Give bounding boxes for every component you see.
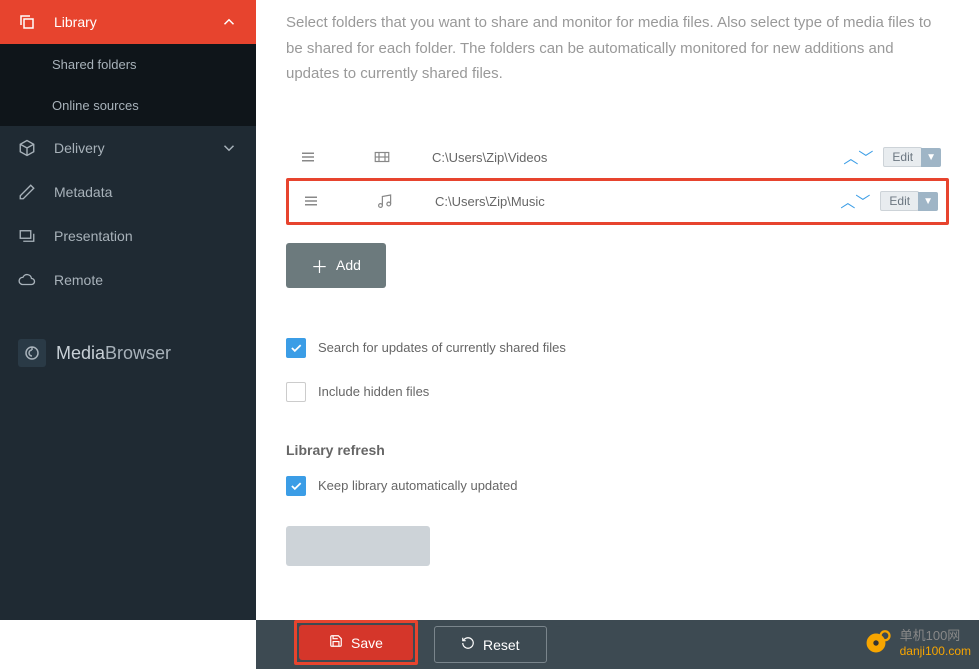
intro-text: Select folders that you want to share an… — [256, 0, 979, 87]
checkbox-label: Keep library automatically updated — [318, 478, 517, 493]
nav-remote[interactable]: Remote — [0, 258, 256, 302]
cloud-icon — [18, 271, 36, 289]
nav-delivery[interactable]: Delivery — [0, 126, 256, 170]
brand-text: MediaBrowser — [56, 343, 171, 364]
add-button[interactable]: ＋ Add — [286, 243, 386, 288]
cube-icon — [18, 139, 36, 157]
nav-remote-label: Remote — [54, 272, 103, 288]
move-up-down[interactable]: ︿﹀ — [843, 147, 873, 168]
watermark-logo-icon — [858, 625, 894, 661]
nav-library[interactable]: Library — [0, 0, 256, 44]
watermark-url: danji100.com — [900, 644, 971, 658]
checkbox-label: Search for updates of currently shared f… — [318, 340, 566, 355]
main-content: Select folders that you want to share an… — [256, 0, 979, 620]
library-refresh-title: Library refresh — [286, 442, 949, 458]
edit-dropdown[interactable]: ▼ — [918, 192, 938, 211]
copy-icon — [18, 13, 36, 31]
checkbox-search-updates[interactable]: Search for updates of currently shared f… — [286, 338, 949, 358]
nav-presentation-label: Presentation — [54, 228, 133, 244]
nav-metadata-label: Metadata — [54, 184, 112, 200]
save-button[interactable]: Save — [299, 625, 413, 660]
checkbox-label: Include hidden files — [318, 384, 429, 399]
music-icon — [335, 192, 435, 210]
drag-handle-icon[interactable] — [294, 148, 322, 166]
nav-library-label: Library — [54, 14, 97, 30]
brand: MediaBrowser — [0, 317, 256, 389]
edit-button[interactable]: Edit — [883, 147, 922, 167]
edit-icon — [18, 183, 36, 201]
drag-handle-icon[interactable] — [297, 192, 325, 210]
nav-shared-folders[interactable]: Shared folders — [0, 44, 256, 85]
save-icon — [329, 634, 343, 651]
nav-presentation[interactable]: Presentation — [0, 214, 256, 258]
edit-dropdown[interactable]: ▼ — [921, 148, 941, 167]
refresh-options: Keep library automatically updated — [286, 476, 949, 496]
nav-online-sources[interactable]: Online sources — [0, 85, 256, 126]
folder-list: C:\Users\Zip\Videos ︿﹀ Edit ▼ C:\Users\Z… — [286, 137, 949, 288]
folder-row: C:\Users\Zip\Videos ︿﹀ Edit ▼ — [286, 137, 949, 178]
nav-delivery-label: Delivery — [54, 140, 105, 156]
reset-button[interactable]: Reset — [434, 626, 547, 663]
options-section: Search for updates of currently shared f… — [286, 338, 949, 402]
edit-button[interactable]: Edit — [880, 191, 919, 211]
plus-icon: ＋ — [311, 253, 328, 278]
reset-icon — [461, 636, 475, 653]
brand-logo-icon — [18, 339, 46, 367]
folder-path: C:\Users\Zip\Videos — [432, 150, 843, 165]
watermark-label: 单机100网 — [900, 628, 971, 644]
video-icon — [332, 148, 432, 166]
folder-path: C:\Users\Zip\Music — [435, 194, 840, 209]
chevron-down-icon — [220, 139, 238, 157]
watermark: 单机100网 danji100.com — [858, 625, 971, 661]
checkbox-icon[interactable] — [286, 476, 306, 496]
layers-icon — [18, 227, 36, 245]
checkbox-auto-update[interactable]: Keep library automatically updated — [286, 476, 949, 496]
checkbox-hidden-files[interactable]: Include hidden files — [286, 382, 949, 402]
chevron-up-icon — [220, 13, 238, 31]
folder-row: C:\Users\Zip\Music ︿﹀ Edit ▼ — [286, 178, 949, 225]
move-up-down[interactable]: ︿﹀ — [840, 191, 870, 212]
sidebar: Library Shared folders Online sources De… — [0, 0, 256, 620]
partial-button[interactable] — [286, 526, 430, 566]
save-highlight: Save — [294, 620, 418, 665]
checkbox-icon[interactable] — [286, 382, 306, 402]
nav-metadata[interactable]: Metadata — [0, 170, 256, 214]
checkbox-icon[interactable] — [286, 338, 306, 358]
